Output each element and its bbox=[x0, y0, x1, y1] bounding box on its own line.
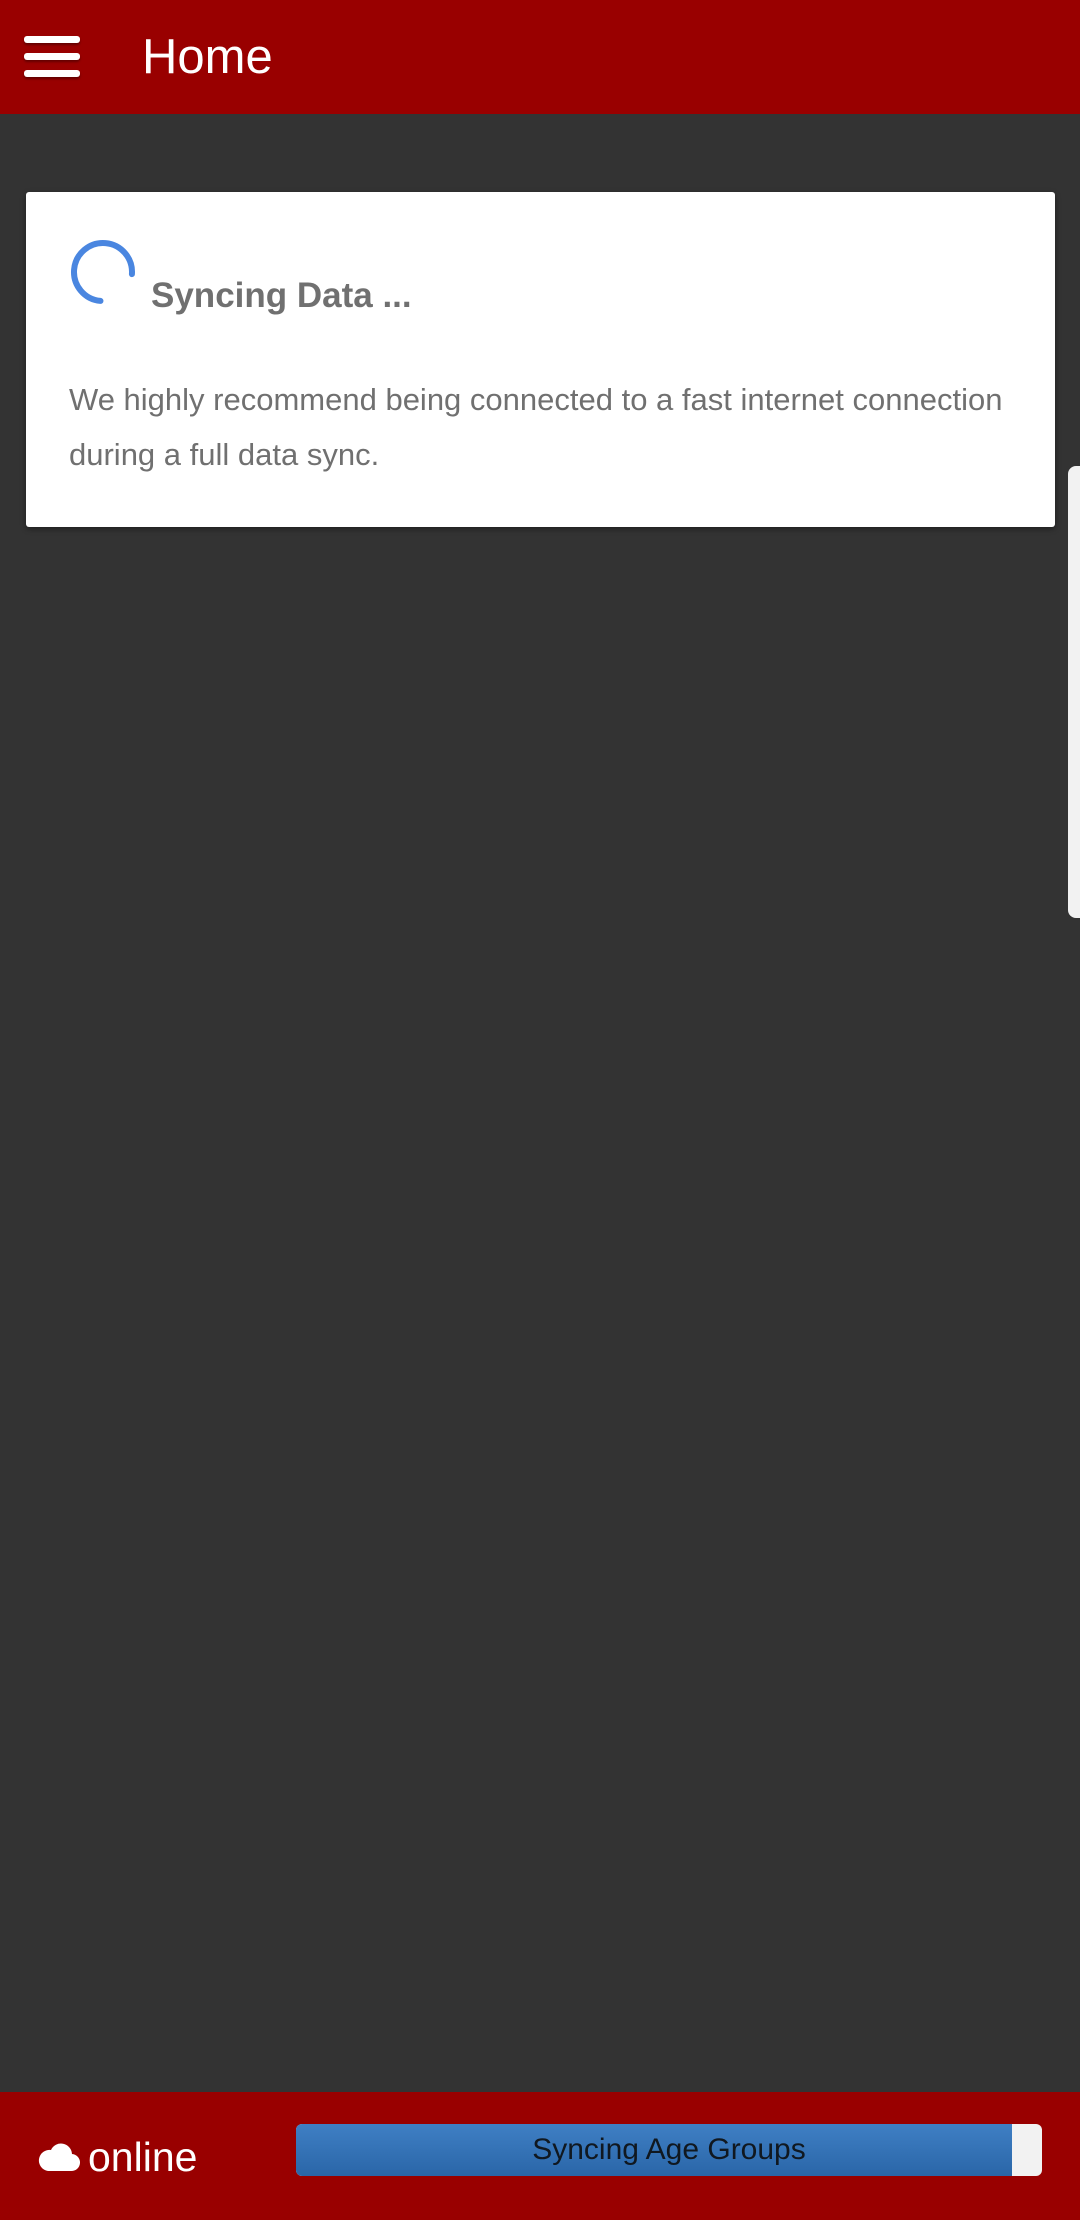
connection-status-label: online bbox=[88, 2134, 198, 2180]
sync-progress-bar: Syncing Age Groups bbox=[296, 2124, 1042, 2176]
sync-title: Syncing Data ... bbox=[151, 276, 412, 315]
menu-line bbox=[24, 53, 80, 60]
connection-status: online bbox=[38, 2130, 197, 2184]
scrollbar-thumb[interactable] bbox=[1068, 466, 1080, 918]
menu-line bbox=[24, 36, 80, 43]
cloud-icon bbox=[38, 2143, 80, 2172]
sync-status-card: Syncing Data ... We highly recommend bei… bbox=[26, 192, 1055, 527]
top-app-bar: Home bbox=[0, 0, 1080, 114]
bottom-status-bar: online Syncing Age Groups bbox=[0, 2092, 1080, 2220]
page-title: Home bbox=[142, 30, 273, 84]
menu-line bbox=[24, 70, 80, 77]
sync-progress-label: Syncing Age Groups bbox=[532, 2133, 806, 2166]
hamburger-menu-icon[interactable] bbox=[24, 34, 82, 80]
sync-message: We highly recommend being connected to a… bbox=[69, 382, 1003, 472]
loading-spinner-icon bbox=[71, 240, 135, 304]
